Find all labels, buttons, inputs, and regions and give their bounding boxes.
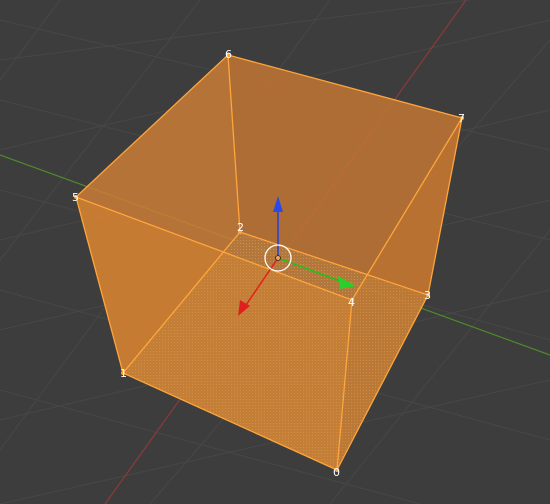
viewport-canvas[interactable]: 0 1 2 3 4 5 6 7: [0, 0, 550, 504]
vertex-label-0: 0: [333, 466, 340, 479]
vertex-label-4: 4: [348, 296, 355, 309]
vertex-label-3: 3: [424, 289, 431, 302]
vertex-label-5: 5: [72, 191, 79, 204]
3d-viewport[interactable]: 0 1 2 3 4 5 6 7: [0, 0, 550, 504]
vertex-label-2: 2: [237, 221, 244, 234]
pivot-point: [275, 255, 281, 261]
vertex-label-7: 7: [458, 112, 465, 125]
vertex-label-6: 6: [225, 48, 232, 61]
vertex-label-1: 1: [120, 367, 127, 380]
